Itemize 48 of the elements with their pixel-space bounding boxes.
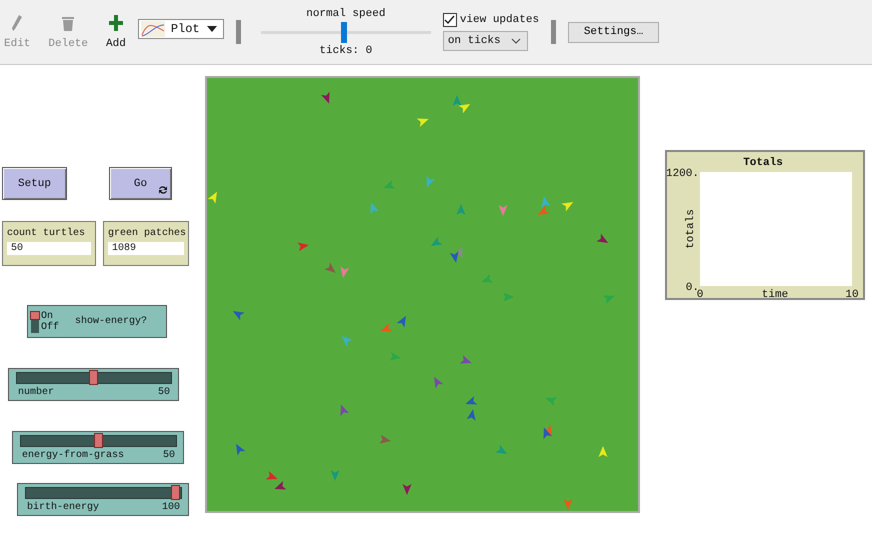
widget-type-dropdown[interactable]: Plot [138,19,224,39]
slider-thumb[interactable] [89,370,98,385]
plot-icon [140,21,165,37]
plus-icon [108,14,124,32]
switch-toggle[interactable] [31,310,39,332]
monitor-label: count turtles [7,228,86,239]
x-tick-label: 0 [696,289,704,298]
checkbox[interactable] [442,13,457,27]
model-button[interactable]: Go [109,167,172,200]
pencil-icon [11,14,24,32]
slider-track[interactable] [16,372,172,384]
slider-label: birth-energy [27,502,100,513]
dropdown-arrow-icon [206,26,217,32]
monitor-value: 50 [7,242,91,255]
monitor-label: green patches [108,228,184,239]
model-button[interactable]: Setup [2,167,67,200]
settings-button[interactable]: Settings… [568,22,660,42]
slider-track[interactable] [25,487,182,499]
slider-value: 100 [162,502,180,513]
toolbar-separator [236,20,241,44]
plot-title: Totals [743,157,783,169]
update-mode-dropdown[interactable]: on ticks [442,31,528,51]
ticks-counter: ticks: 0 [319,44,372,56]
speed-label: normal speed [306,8,386,20]
trash-icon [61,14,76,32]
view-updates-checkbox[interactable]: view updates [442,13,540,27]
monitor-value: 1089 [108,242,184,255]
slider-value: 50 [162,450,175,461]
chevron-down-icon [510,38,521,44]
switch[interactable]: On Off show-energy? [27,305,167,338]
on-label: On [41,310,54,322]
toolbar-separator [551,20,556,44]
switch-label: show-energy? [75,316,148,327]
x-tick-label: 10 [845,289,859,298]
slider-thumb[interactable] [94,433,102,448]
y-tick-label: 0. [686,282,699,294]
off-label: Off [41,322,60,332]
y-axis-label: totals [685,209,697,249]
y-tick-label: 1200. [667,168,699,180]
switch-thumb[interactable] [30,310,40,320]
slider-track[interactable] [20,435,177,447]
speed-thumb[interactable] [341,22,348,42]
slider-label: number [18,387,54,398]
slider-thumb[interactable] [171,485,180,500]
x-axis-label: time [762,289,788,298]
slider-label: energy-from-grass [22,450,124,461]
tool-button[interactable]: Add [104,14,128,50]
slider-value: 50 [158,387,170,398]
